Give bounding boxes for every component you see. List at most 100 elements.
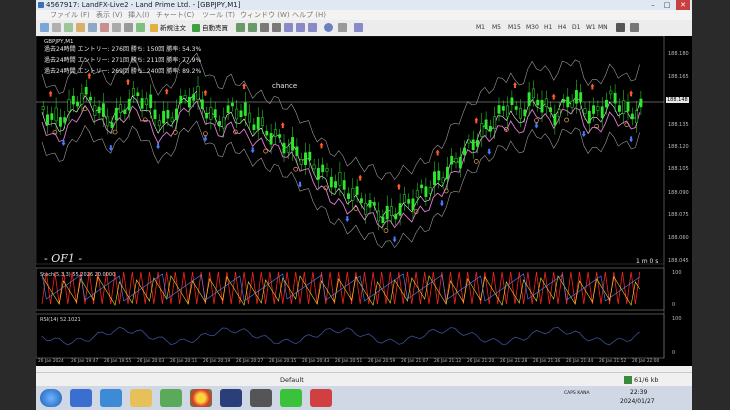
time-tick: 26 Jan 19:47 xyxy=(71,359,99,364)
candle-body xyxy=(166,110,170,119)
crosshair-tool-icon[interactable] xyxy=(630,23,639,32)
timeframe-d1[interactable]: D1 xyxy=(572,24,580,32)
chart-window[interactable]: GBPJPY,M1 過去24時間 エントリー: 276回 勝ち: 150回 勝率… xyxy=(36,36,692,366)
buy-arrow xyxy=(629,136,634,143)
sell-arrow xyxy=(590,83,595,90)
sell-arrow xyxy=(513,82,517,89)
taskbar-app-media-icon[interactable] xyxy=(70,389,92,407)
timeframe-w1[interactable]: W1 xyxy=(586,24,596,32)
chance-label: chance xyxy=(272,82,298,90)
candle-body xyxy=(106,116,110,127)
periods-icon[interactable] xyxy=(338,23,347,32)
candle-body xyxy=(192,94,196,101)
candle-body xyxy=(394,213,398,220)
candle-body xyxy=(334,181,338,188)
zoom-in-icon[interactable] xyxy=(260,23,269,32)
candle-body xyxy=(338,172,342,186)
taskbar-line-icon[interactable] xyxy=(280,389,302,407)
candle-body xyxy=(402,194,406,203)
signal-circle xyxy=(112,129,118,135)
candle-body xyxy=(501,106,505,111)
candle-body xyxy=(114,107,118,121)
buy-arrow xyxy=(392,236,397,243)
candle-body xyxy=(527,92,531,106)
market-watch-icon[interactable] xyxy=(64,23,73,32)
taskbar-app-icon[interactable] xyxy=(310,389,332,407)
tester-icon[interactable] xyxy=(112,23,121,32)
taskbar-explorer-icon[interactable] xyxy=(130,389,152,407)
grid-icon[interactable] xyxy=(284,23,293,32)
signal-circle xyxy=(564,117,569,123)
stats-entries: エントリー: 269回 xyxy=(77,68,129,75)
moving-average-pink xyxy=(41,100,641,229)
stats-period: 過去24時間 xyxy=(44,68,76,75)
menu-help[interactable]: ヘルプ (H) xyxy=(292,10,326,20)
navigator-icon[interactable] xyxy=(88,23,97,32)
candles-icon[interactable] xyxy=(236,23,245,32)
data-window-icon[interactable] xyxy=(76,23,85,32)
timeframe-m1[interactable]: M1 xyxy=(476,24,485,32)
menu-tools[interactable]: ツール (T) xyxy=(202,10,235,20)
timeframe-h4[interactable]: H4 xyxy=(558,24,566,32)
timeframe-h1[interactable]: H1 xyxy=(544,24,552,32)
candle-body xyxy=(531,88,535,99)
new-order-button[interactable]: 新規注文 xyxy=(150,23,186,33)
candle-body xyxy=(299,158,303,165)
stats-rate: 勝率: 89.2% xyxy=(166,68,202,75)
menu-window[interactable]: ウィンドウ (W) xyxy=(240,10,290,20)
timeframe-m5[interactable]: M5 xyxy=(492,24,501,32)
title-bar: 4567917: LandFX-Live2 - Land Prime Ltd. … xyxy=(36,0,692,10)
taskbar-app-icon[interactable] xyxy=(250,389,272,407)
start-button[interactable] xyxy=(40,389,62,407)
price-tick: 188.105 xyxy=(668,166,689,172)
candle-body xyxy=(347,193,350,199)
time-tick: 26 Jan 21:07 xyxy=(401,359,429,364)
timeframe-mn[interactable]: MN xyxy=(598,24,608,32)
candle-body xyxy=(119,104,123,113)
maximize-button[interactable]: □ xyxy=(660,0,674,10)
buy-arrow xyxy=(487,148,492,155)
signal-circle xyxy=(473,159,479,164)
chart-bars-icon[interactable] xyxy=(136,23,145,32)
taskbar-app-icon[interactable] xyxy=(160,389,182,407)
price-tick: 188.165 xyxy=(668,74,689,80)
timeframe-m15[interactable]: M15 xyxy=(508,24,521,32)
candle-body xyxy=(364,202,368,215)
new-order-icon xyxy=(150,24,158,32)
chart-canvas[interactable] xyxy=(36,36,692,366)
cursor-icon[interactable] xyxy=(616,23,625,32)
close-button[interactable]: ✕ xyxy=(676,0,690,10)
line-chart-icon[interactable] xyxy=(248,23,257,32)
taskbar-chrome-icon[interactable] xyxy=(190,389,212,407)
signal-circle xyxy=(172,130,178,135)
indicators-icon[interactable] xyxy=(324,23,333,32)
menu-insert[interactable]: 挿入(I) xyxy=(128,10,150,20)
timeframe-m30[interactable]: M30 xyxy=(526,24,539,32)
terminal-icon[interactable] xyxy=(100,23,109,32)
taskbar-metatrader-icon[interactable] xyxy=(220,389,242,407)
price-tick: 188.120 xyxy=(668,144,689,150)
menu-view[interactable]: 表示 (V) xyxy=(96,10,122,20)
clock-time: 22:39 xyxy=(630,389,648,396)
menu-file[interactable]: ファイル (F) xyxy=(50,10,90,20)
stoch-axis-max: 100 xyxy=(672,270,682,276)
candle-body xyxy=(562,99,565,103)
profiles-icon[interactable] xyxy=(52,23,61,32)
candle-body xyxy=(570,100,574,108)
stats-wins: 勝ち: 211回 xyxy=(130,57,165,64)
templates-icon[interactable] xyxy=(354,23,363,32)
stats-row-2: 過去24時間 エントリー: 271回 勝ち: 211回 勝率: 77.9% xyxy=(44,57,201,65)
crosshair-icon[interactable] xyxy=(124,23,133,32)
autoscroll-icon[interactable] xyxy=(296,23,305,32)
sell-arrow xyxy=(164,88,169,95)
taskbar-ie-icon[interactable] xyxy=(100,389,122,407)
time-tick: 26 Jan 20:11 xyxy=(170,359,198,364)
zoom-out-icon[interactable] xyxy=(272,23,281,32)
minimize-button[interactable]: – xyxy=(646,0,660,10)
menu-chart[interactable]: チャート(C) xyxy=(156,10,194,20)
candle-body xyxy=(183,95,187,99)
new-chart-icon[interactable] xyxy=(40,23,49,32)
auto-trade-button[interactable]: 自動売買 xyxy=(192,23,228,33)
chart-shift-icon[interactable] xyxy=(308,23,317,32)
candle-body xyxy=(536,99,540,106)
